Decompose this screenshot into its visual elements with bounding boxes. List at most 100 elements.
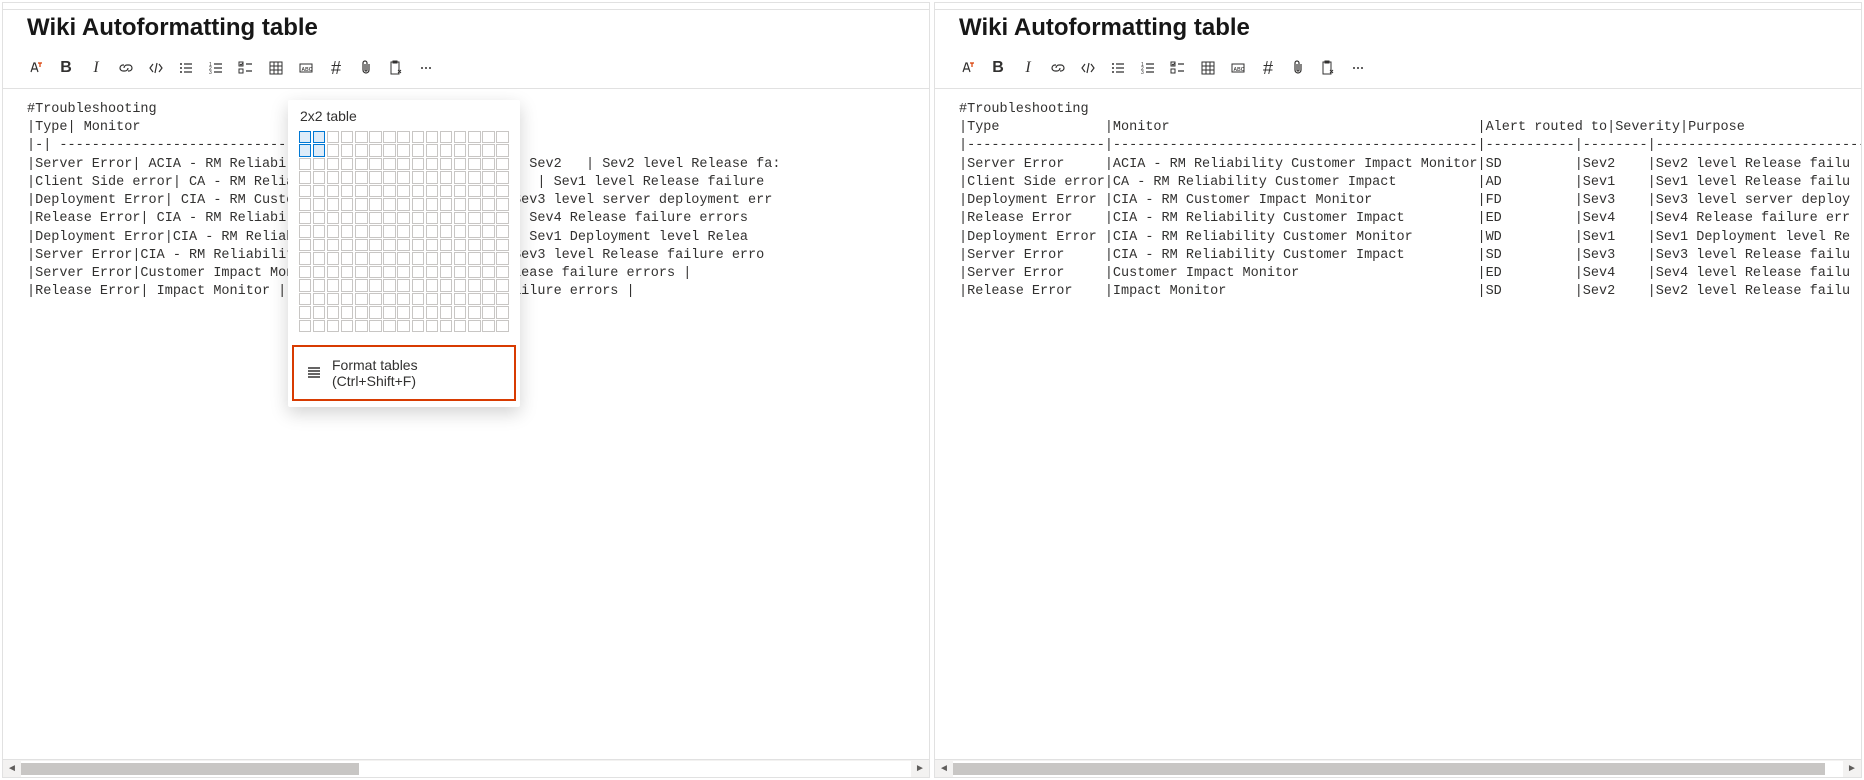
table-grid-cell[interactable] xyxy=(369,293,382,306)
table-grid-cell[interactable] xyxy=(440,320,453,333)
table-grid-cell[interactable] xyxy=(454,252,467,265)
table-grid-cell[interactable] xyxy=(454,131,467,144)
table-grid-cell[interactable] xyxy=(426,252,439,265)
table-grid-cell[interactable] xyxy=(327,171,340,184)
table-grid-cell[interactable] xyxy=(496,212,509,225)
table-grid-cell[interactable] xyxy=(355,320,368,333)
table-grid-cell[interactable] xyxy=(412,212,425,225)
table-grid-cell[interactable] xyxy=(496,320,509,333)
paste-icon[interactable] xyxy=(1313,54,1343,82)
table-grid-cell[interactable] xyxy=(327,293,340,306)
table-grid-cell[interactable] xyxy=(412,171,425,184)
table-grid-cell[interactable] xyxy=(397,279,410,292)
bullet-list-icon[interactable] xyxy=(171,54,201,82)
table-grid-cell[interactable] xyxy=(299,306,312,319)
table-grid-cell[interactable] xyxy=(299,131,312,144)
table-grid-cell[interactable] xyxy=(369,320,382,333)
table-grid-cell[interactable] xyxy=(440,198,453,211)
table-grid-cell[interactable] xyxy=(496,306,509,319)
table-grid-cell[interactable] xyxy=(454,239,467,252)
table-grid-cell[interactable] xyxy=(482,266,495,279)
table-grid-cell[interactable] xyxy=(327,185,340,198)
table-grid-cell[interactable] xyxy=(397,252,410,265)
table-grid-cell[interactable] xyxy=(341,185,354,198)
table-grid-cell[interactable] xyxy=(397,198,410,211)
table-grid-cell[interactable] xyxy=(369,171,382,184)
table-grid-cell[interactable] xyxy=(299,279,312,292)
table-grid-cell[interactable] xyxy=(440,266,453,279)
table-grid-cell[interactable] xyxy=(468,306,481,319)
table-grid-cell[interactable] xyxy=(327,198,340,211)
table-grid-cell[interactable] xyxy=(369,198,382,211)
table-grid-cell[interactable] xyxy=(482,293,495,306)
table-grid-cell[interactable] xyxy=(369,212,382,225)
attach-icon[interactable] xyxy=(351,54,381,82)
table-grid-cell[interactable] xyxy=(454,320,467,333)
table-grid-cell[interactable] xyxy=(313,306,326,319)
code-icon[interactable] xyxy=(1073,54,1103,82)
table-grid-cell[interactable] xyxy=(454,293,467,306)
format-tables-button[interactable]: Format tables (Ctrl+Shift+F) xyxy=(292,345,516,401)
table-grid-cell[interactable] xyxy=(496,158,509,171)
table-grid-cell[interactable] xyxy=(468,279,481,292)
table-grid-cell[interactable] xyxy=(341,306,354,319)
table-grid-cell[interactable] xyxy=(397,131,410,144)
attach-icon[interactable] xyxy=(1283,54,1313,82)
table-grid-cell[interactable] xyxy=(397,239,410,252)
scroll-left-arrow-icon[interactable]: ◄ xyxy=(935,760,953,778)
table-grid-cell[interactable] xyxy=(341,266,354,279)
scroll-right-arrow-icon[interactable]: ► xyxy=(911,760,929,778)
table-grid-cell[interactable] xyxy=(482,225,495,238)
table-grid-cell[interactable] xyxy=(496,185,509,198)
text-style-icon[interactable] xyxy=(953,54,983,82)
scroll-right-arrow-icon[interactable]: ► xyxy=(1843,760,1861,778)
table-grid-cell[interactable] xyxy=(468,171,481,184)
table-grid-cell[interactable] xyxy=(341,320,354,333)
table-grid-cell[interactable] xyxy=(426,225,439,238)
table-grid-cell[interactable] xyxy=(468,293,481,306)
strike-icon[interactable]: ᴀʙᴄ xyxy=(291,54,321,82)
table-grid-cell[interactable] xyxy=(468,225,481,238)
table-grid-cell[interactable] xyxy=(299,158,312,171)
table-grid-cell[interactable] xyxy=(426,158,439,171)
table-grid-cell[interactable] xyxy=(369,225,382,238)
table-grid-cell[interactable] xyxy=(383,293,396,306)
table-grid-cell[interactable] xyxy=(468,212,481,225)
table-grid-cell[interactable] xyxy=(313,158,326,171)
table-grid-cell[interactable] xyxy=(327,266,340,279)
table-grid-cell[interactable] xyxy=(468,320,481,333)
table-grid-cell[interactable] xyxy=(299,239,312,252)
table-grid-cell[interactable] xyxy=(412,320,425,333)
table-grid-cell[interactable] xyxy=(327,131,340,144)
table-grid-cell[interactable] xyxy=(482,171,495,184)
table-grid-cell[interactable] xyxy=(468,131,481,144)
table-grid-cell[interactable] xyxy=(355,225,368,238)
table-grid-cell[interactable] xyxy=(313,198,326,211)
table-grid-cell[interactable] xyxy=(327,212,340,225)
table-grid-cell[interactable] xyxy=(496,198,509,211)
table-grid-cell[interactable] xyxy=(341,252,354,265)
table-grid-cell[interactable] xyxy=(397,266,410,279)
table-grid-cell[interactable] xyxy=(496,266,509,279)
table-grid-cell[interactable] xyxy=(482,144,495,157)
table-grid-cell[interactable] xyxy=(426,131,439,144)
table-grid-cell[interactable] xyxy=(482,320,495,333)
bullet-list-icon[interactable] xyxy=(1103,54,1133,82)
table-grid-cell[interactable] xyxy=(412,239,425,252)
table-grid-cell[interactable] xyxy=(440,212,453,225)
table-grid-cell[interactable] xyxy=(327,320,340,333)
table-grid-cell[interactable] xyxy=(397,185,410,198)
table-grid-cell[interactable] xyxy=(383,212,396,225)
bold-button[interactable]: B xyxy=(983,54,1013,82)
table-grid-cell[interactable] xyxy=(341,171,354,184)
more-icon[interactable] xyxy=(411,54,441,82)
table-grid-cell[interactable] xyxy=(454,279,467,292)
numbered-list-icon[interactable]: 123 xyxy=(201,54,231,82)
table-grid-cell[interactable] xyxy=(383,185,396,198)
code-icon[interactable] xyxy=(141,54,171,82)
table-grid-cell[interactable] xyxy=(397,306,410,319)
table-grid-cell[interactable] xyxy=(355,252,368,265)
table-grid-cell[interactable] xyxy=(369,239,382,252)
table-grid-cell[interactable] xyxy=(426,266,439,279)
table-grid-cell[interactable] xyxy=(355,279,368,292)
